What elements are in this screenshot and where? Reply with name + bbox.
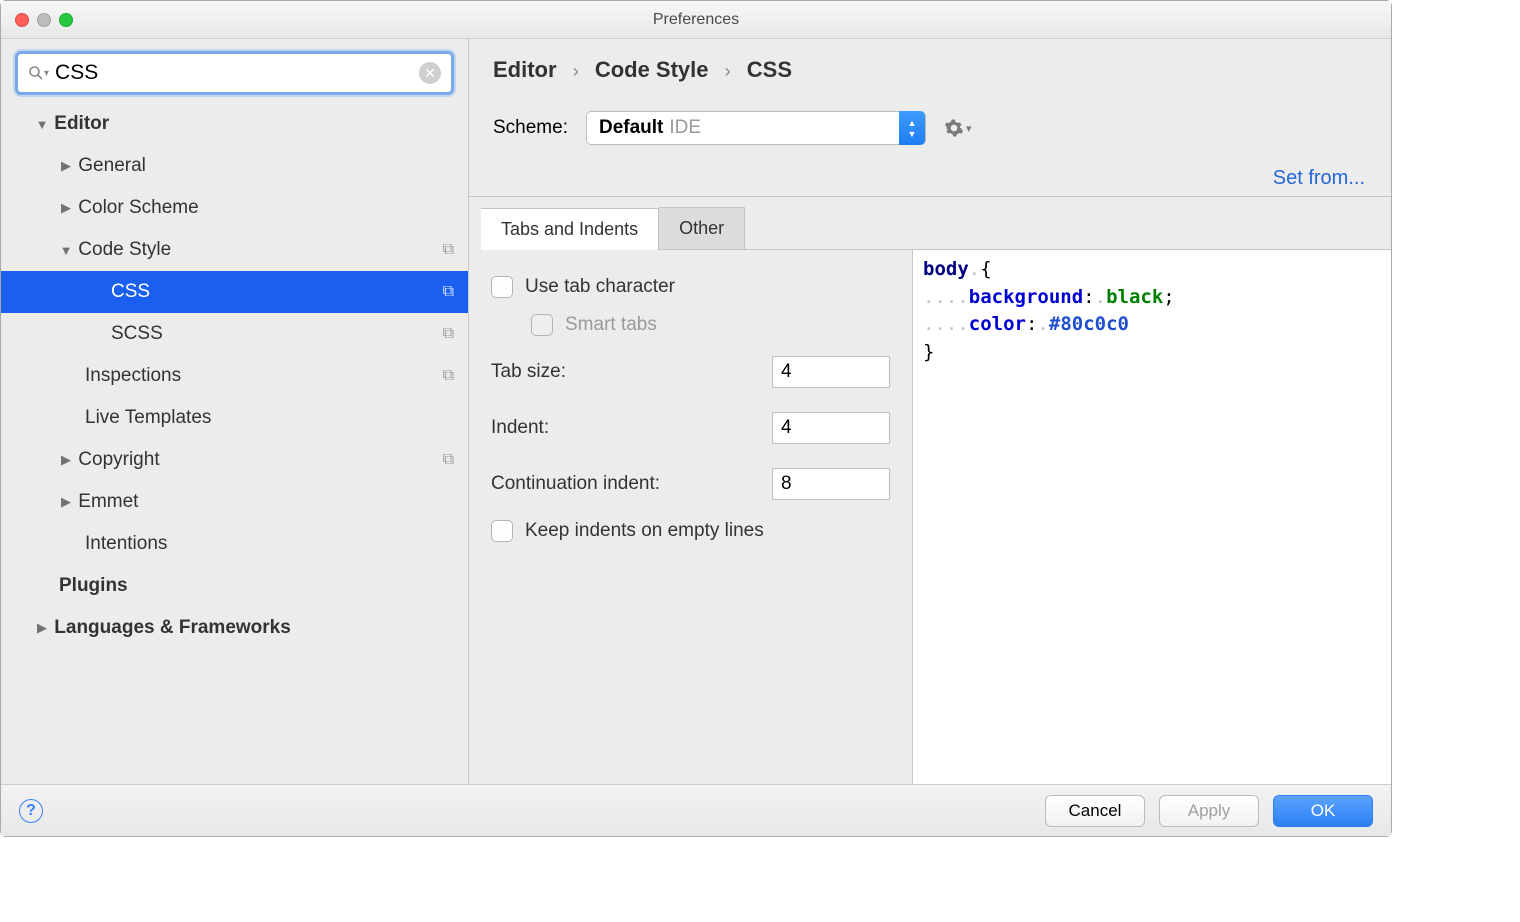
settings-tree[interactable]: ▼ Editor ▶ General ▶ Color Scheme ▼ Code… [1,103,468,784]
keep-indents-check[interactable]: Keep indents on empty lines [491,512,890,550]
keep-indents-label: Keep indents on empty lines [525,520,764,542]
scheme-label: Scheme: [493,117,568,139]
cancel-button[interactable]: Cancel [1045,795,1145,827]
tree-item-plugins[interactable]: Plugins [1,565,468,607]
checkbox-icon[interactable] [491,520,513,542]
indent-input[interactable] [772,412,890,444]
smart-tabs-check: Smart tabs [491,306,890,344]
search-input[interactable] [49,61,419,85]
chevron-right-icon: › [715,61,741,81]
copy-icon: ⧉ [443,283,454,301]
checkbox-icon [531,314,553,336]
set-from-link[interactable]: Set from... [1273,167,1365,189]
tree-item-color-scheme[interactable]: ▶ Color Scheme [1,187,468,229]
continuation-indent-label: Continuation indent: [491,473,660,495]
breadcrumb-seg: Editor [493,57,557,82]
scheme-name: Default [599,117,669,139]
tab-size-label: Tab size: [491,361,566,383]
help-icon[interactable]: ? [19,799,43,823]
dialog-footer: ? Cancel Apply OK [1,784,1391,836]
scheme-select[interactable]: Default IDE ▲▼ [586,111,926,145]
copy-icon: ⧉ [443,325,454,343]
tree-item-css[interactable]: CSS⧉ [1,271,468,313]
tree-item-live-templates[interactable]: Live Templates [1,397,468,439]
apply-button[interactable]: Apply [1159,795,1259,827]
tab-size-input[interactable] [772,356,890,388]
breadcrumb: Editor › Code Style › CSS [469,39,1391,83]
copy-icon: ⧉ [443,367,454,385]
scheme-scope: IDE [669,117,701,139]
tabs: Tabs and Indents Other [481,207,1391,250]
search-icon: ▾ [28,65,49,81]
chevron-right-icon: › [563,61,589,81]
ok-button[interactable]: OK [1273,795,1373,827]
tree-item-intentions[interactable]: Intentions [1,523,468,565]
clear-search-icon[interactable]: ✕ [419,62,441,84]
continuation-indent-input[interactable] [772,468,890,500]
tree-item-inspections[interactable]: Inspections⧉ [1,355,468,397]
copy-icon: ⧉ [443,451,454,469]
tree-item-scss[interactable]: SCSS⧉ [1,313,468,355]
gear-icon[interactable]: ▾ [944,118,972,138]
indent-form: Use tab character Smart tabs Tab size: I… [469,250,913,784]
smart-tabs-label: Smart tabs [565,314,657,336]
breadcrumb-seg: Code Style [595,57,709,82]
indent-label: Indent: [491,417,549,439]
tree-item-editor[interactable]: ▼ Editor [1,103,468,145]
title-bar: Preferences [1,1,1391,39]
window-title: Preferences [1,11,1391,29]
code-preview: body.{ ....background:.black; ....color:… [913,250,1391,784]
checkbox-icon[interactable] [491,276,513,298]
tree-item-code-style[interactable]: ▼ Code Style⧉ [1,229,468,271]
tree-item-copyright[interactable]: ▶ Copyright⧉ [1,439,468,481]
sidebar: ▾ ✕ ▼ Editor ▶ General ▶ Color Scheme ▼ … [1,39,469,784]
copy-icon: ⧉ [443,241,454,259]
use-tab-label: Use tab character [525,276,675,298]
tree-item-languages[interactable]: ▶ Languages & Frameworks [1,607,468,649]
search-input-wrap[interactable]: ▾ ✕ [15,51,454,95]
tree-item-general[interactable]: ▶ General [1,145,468,187]
tab-tabs-indents[interactable]: Tabs and Indents [481,208,659,250]
tab-other[interactable]: Other [659,207,745,249]
tree-item-emmet[interactable]: ▶ Emmet [1,481,468,523]
main-panel: Editor › Code Style › CSS Scheme: Defaul… [469,39,1391,784]
use-tab-check[interactable]: Use tab character [491,268,890,306]
breadcrumb-seg: CSS [747,57,792,82]
dropdown-stepper-icon[interactable]: ▲▼ [899,111,925,145]
